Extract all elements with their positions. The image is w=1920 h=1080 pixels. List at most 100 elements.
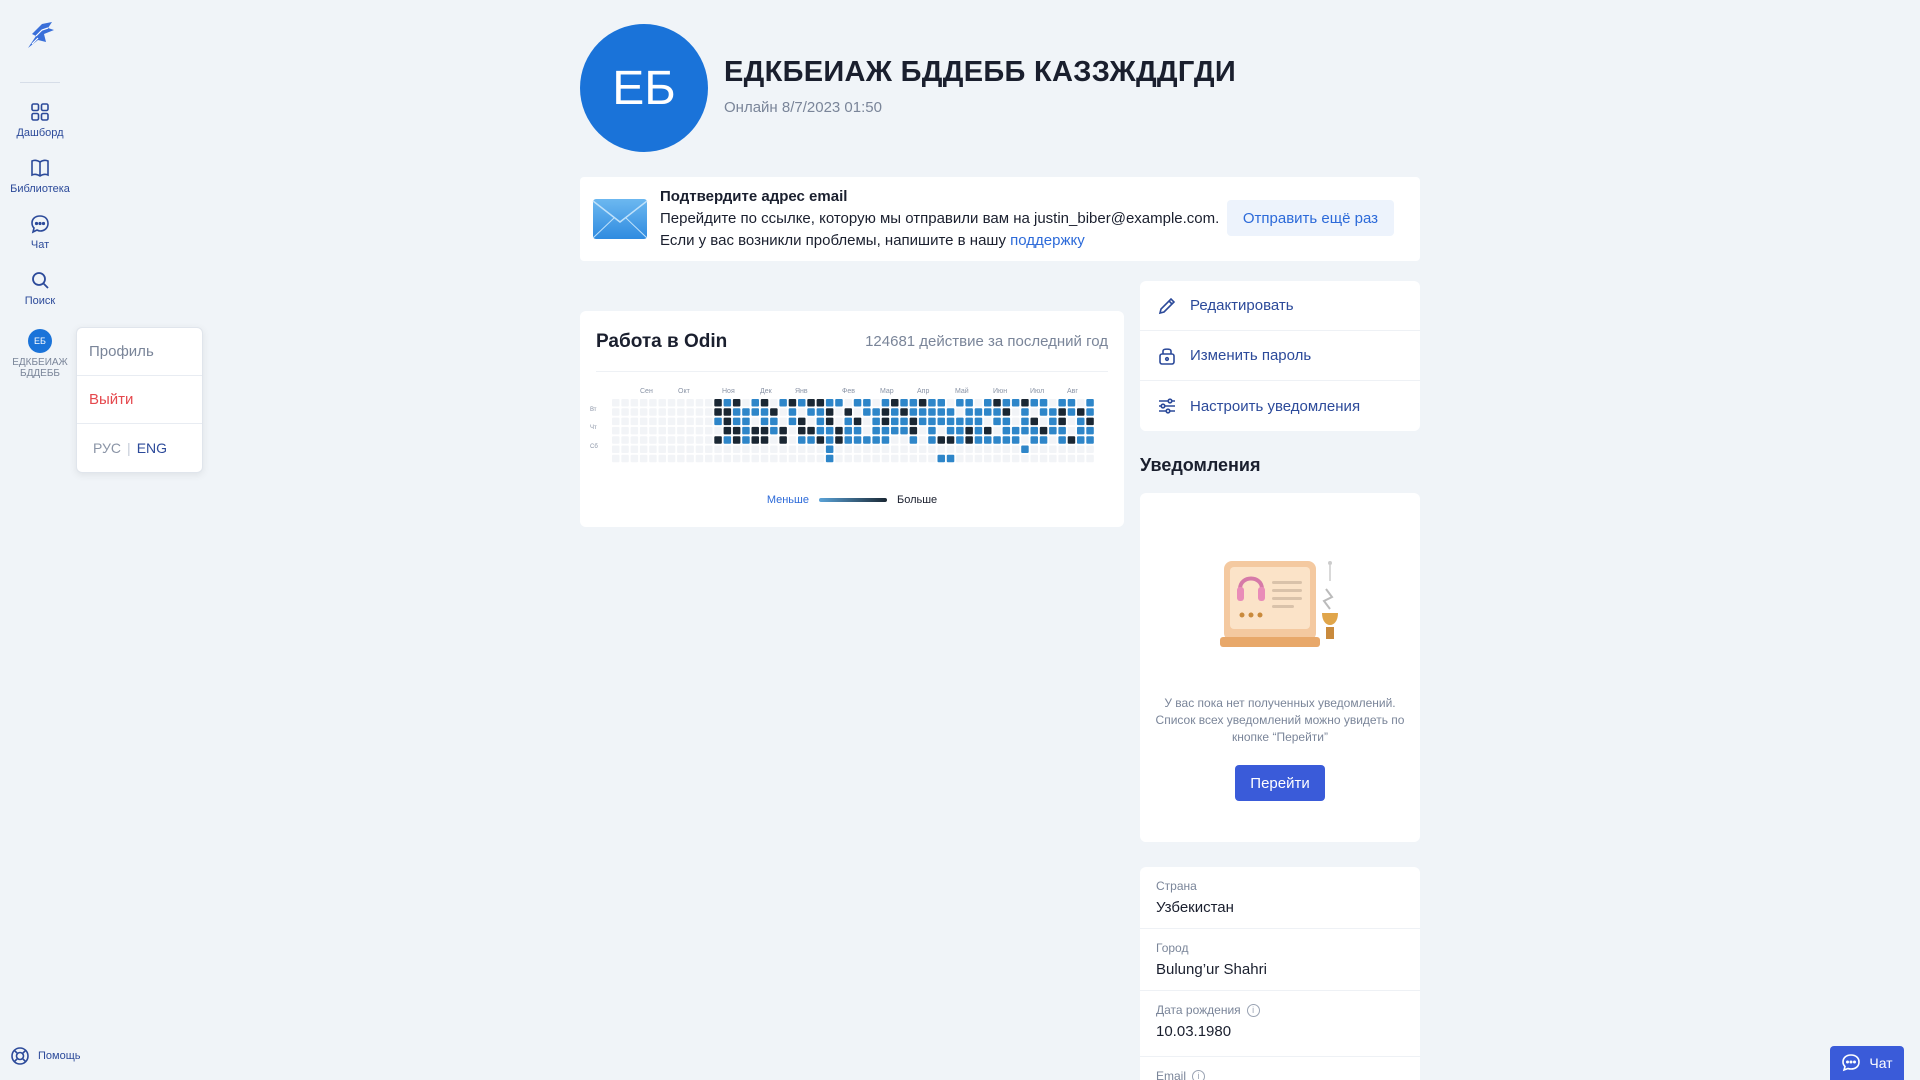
heatmap-cell [1067,426,1076,435]
heatmap-cell [732,399,741,407]
lang-ru-option[interactable]: РУС [93,440,121,456]
sidebar-item-user[interactable]: ЕБ ЕДКБЕИАЖ БДДЕББ [0,325,80,381]
heatmap-cell [1077,408,1085,416]
heatmap-cell [993,399,1001,407]
change-password-button[interactable]: Изменить пароль [1140,331,1420,381]
heatmap-cell [993,426,1001,435]
sidebar-item-search[interactable]: Поиск [0,269,80,325]
heatmap-cell [760,454,769,463]
heatmap-cell [946,454,955,463]
heatmap-cell [630,454,639,463]
heatmap-cell [807,417,815,426]
heatmap-cell [807,426,815,435]
menu-item-logout[interactable]: Выйти [77,376,202,424]
heatmap-month-label: Янв [795,388,808,395]
heatmap-cell [732,454,741,463]
heatmap-cell [667,399,676,407]
heatmap-cell [630,417,639,426]
heatmap-cell [909,399,918,407]
info-icon[interactable]: i [1246,1003,1260,1017]
menu-item-profile[interactable]: Профиль [77,328,202,376]
action-label: Изменить пароль [1190,347,1312,364]
heatmap-cell [900,417,908,426]
heatmap-cell [909,417,918,426]
heatmap-cell [853,417,862,426]
heatmap-cell [1077,417,1085,426]
heatmap-cell [760,399,769,407]
heatmap-cell [1039,408,1048,416]
heatmap-cell [612,436,620,444]
heatmap-cell [779,454,787,463]
envelope-icon [592,199,648,239]
banner-text: Подтвердите адрес email Перейдите по ссы… [660,186,1219,252]
heatmap-cell [928,445,936,453]
heatmap-cell [825,445,834,453]
heatmap-cell [798,426,806,435]
heatmap-cell [770,445,778,453]
sidebar-item-dashboard[interactable]: Дашборд [0,101,80,157]
heatmap-cell [881,426,890,435]
heatmap-cell [742,454,750,463]
heatmap-cell [1049,436,1057,444]
heatmap-cell [816,454,825,463]
help-link[interactable]: Помощь [10,1046,81,1066]
help-label: Помощь [38,1050,81,1062]
activity-divider [596,371,1108,372]
heatmap-cell [918,436,927,444]
lifebuoy-icon [11,1047,29,1065]
go-to-notifications-button[interactable]: Перейти [1235,765,1325,801]
profile-info-card: Страна Узбекистан Город Bulung’ur Shahri… [1140,867,1420,1080]
notifications-heading: Уведомления [1140,455,1261,475]
support-link[interactable]: поддержку [1010,232,1085,249]
heatmap-cell [863,454,871,463]
heatmap-cell [612,417,620,426]
chat-bubble-icon [1842,1054,1861,1072]
edit-profile-button[interactable]: Редактировать [1140,281,1420,331]
heatmap-cell [667,445,676,453]
sidebar-item-library[interactable]: Библиотека [0,157,80,213]
sidebar-item-label: Поиск [24,295,56,307]
heatmap-cell [770,426,778,435]
heatmap-cell [667,454,676,463]
sidebar-item-chat[interactable]: Чат [0,213,80,269]
heatmap-cell [723,417,732,426]
heatmap-cell [900,426,908,435]
resend-email-button[interactable]: Отправить ещё раз [1226,200,1394,236]
heatmap-cell [1058,445,1066,453]
heatmap-cell [872,408,880,416]
heatmap-cell [974,454,983,463]
heatmap-cell [835,445,843,453]
heatmap-cell [825,454,834,463]
heatmap-cell [667,436,676,444]
heatmap-cell [807,408,815,416]
lang-en-option[interactable]: ENG [137,440,167,456]
heatmap-cell [918,399,927,407]
heatmap-cell [993,408,1001,416]
heatmap-cell [639,426,648,435]
lang-separator: | [127,440,131,456]
chat-widget-button[interactable]: Чат [1830,1046,1904,1080]
avatar: ЕБ [28,329,52,353]
heatmap-cell [686,445,694,453]
heatmap-cell [630,426,639,435]
heatmap-cell [770,417,778,426]
heatmap-cell [1030,445,1038,453]
info-icon[interactable]: i [1192,1069,1206,1080]
heatmap-cell [816,408,825,416]
heatmap-cell [788,399,797,407]
heatmap-cell [760,417,769,426]
field-label: Email [1156,1069,1187,1080]
heatmap-cell [770,399,778,407]
heatmap-cell [705,445,713,453]
heatmap-cell [881,408,890,416]
logo-icon[interactable] [22,18,58,54]
heatmap-cell [1067,408,1076,416]
notification-settings-button[interactable]: Настроить уведомления [1140,381,1420,431]
heatmap-cell [863,408,871,416]
heatmap-cell [946,436,955,444]
heatmap-cell [825,436,834,444]
heatmap-cell [937,417,945,426]
heatmap-month-label: Авг [1067,388,1078,395]
heatmap-cell [686,417,694,426]
heatmap-cell [1086,426,1094,435]
